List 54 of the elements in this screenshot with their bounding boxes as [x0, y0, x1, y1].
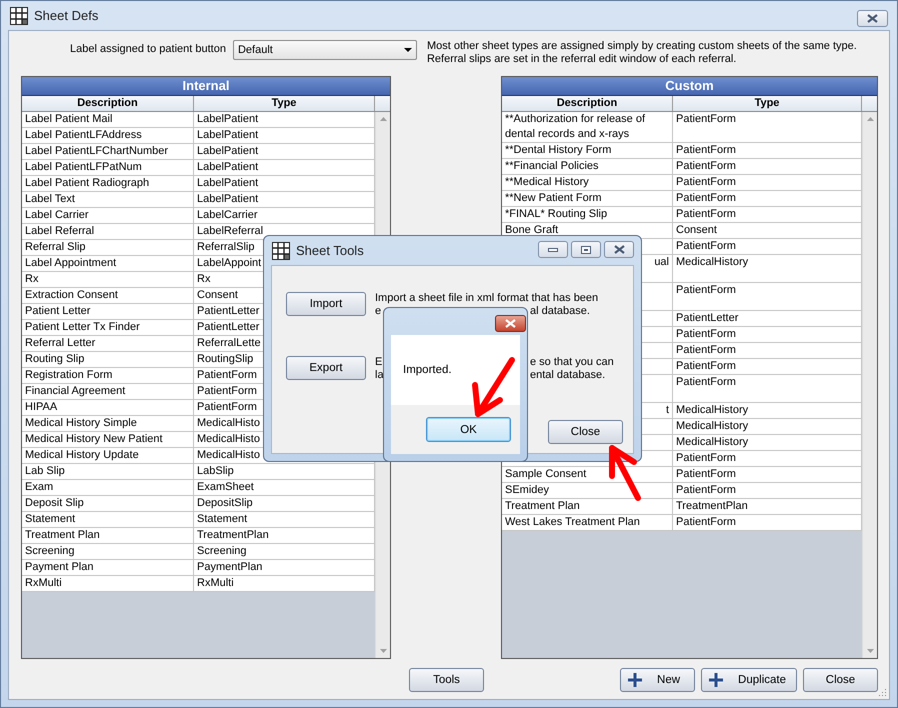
table-cell: Rx: [22, 272, 194, 287]
table-cell: *FINAL* Routing Slip: [502, 207, 673, 222]
table-cell: Label PatientLFPatNum: [22, 160, 194, 175]
table-cell: Referral Letter: [22, 336, 194, 351]
description-text: al database.: [530, 305, 590, 317]
table-cell: Label Patient Radiograph: [22, 176, 194, 191]
table-cell: **Dental History Form: [502, 143, 673, 158]
field-label: Label assigned to patient button: [70, 43, 226, 55]
table-cell: Payment Plan: [22, 560, 194, 575]
description-text: E: [375, 356, 382, 368]
table-cell: Label PatientLFAddress: [22, 128, 194, 143]
table-cell: Medical History Simple: [22, 416, 194, 431]
table-cell: Routing Slip: [22, 352, 194, 367]
table-cell: RxMulti: [22, 576, 194, 591]
table-cell: Screening: [22, 544, 194, 559]
table-cell: West Lakes Treatment Plan: [502, 515, 673, 530]
table-cell: Extraction Consent: [22, 288, 194, 303]
table-cell: Label Referral: [22, 224, 194, 239]
table-cell: Label Carrier: [22, 208, 194, 223]
table-cell: **New Patient Form: [502, 191, 673, 206]
panel-title: Internal: [22, 77, 390, 96]
description-text: e so that you can: [530, 356, 614, 368]
table-cell: **Medical History: [502, 175, 673, 190]
table-cell: Medical History Update: [22, 448, 194, 463]
table-cell: Referral Slip: [22, 240, 194, 255]
table-cell: Exam: [22, 480, 194, 495]
table-cell: Patient Letter: [22, 304, 194, 319]
window-title: Sheet Defs: [34, 8, 98, 23]
table-cell: Label Patient Mail: [22, 112, 194, 127]
table-cell: Patient Letter Tx Finder: [22, 320, 194, 335]
description-text: la: [375, 369, 384, 381]
table-cell: Sample Consent: [502, 467, 673, 482]
table-cell: Registration Form: [22, 368, 194, 383]
table-cell: Treatment Plan: [22, 528, 194, 543]
description-text: e: [375, 305, 382, 317]
table-cell: Label Text: [22, 192, 194, 207]
table-cell: Medical History New Patient: [22, 432, 194, 447]
table-cell: Statement: [22, 512, 194, 527]
table-cell: Label PatientLFChartNumber: [22, 144, 194, 159]
table-cell: Lab Slip: [22, 464, 194, 479]
table-cell: **Financial Policies: [502, 159, 673, 174]
panel-title: Custom: [502, 77, 877, 96]
description-text: Import a sheet file in xml format that has been: [375, 292, 598, 304]
table-cell: Financial Agreement: [22, 384, 194, 399]
table-cell: **Authorization for release of dental records and x-rays: [502, 112, 673, 142]
description-text: ental database.: [530, 369, 606, 381]
message-text: Imported.: [403, 364, 452, 376]
table-cell: Label Appointment: [22, 256, 194, 271]
table-cell: Treatment Plan: [502, 499, 673, 514]
table-cell: HIPAA: [22, 400, 194, 415]
help-text: Most other sheet types are assigned simply by creating custom sheets of the same type. Referral slips are set in the referral edit window of each referral.: [426, 40, 857, 66]
dialog-title: Sheet Tools: [296, 243, 364, 258]
table-cell: SEmidey: [502, 483, 673, 498]
table-cell: Deposit Slip: [22, 496, 194, 511]
